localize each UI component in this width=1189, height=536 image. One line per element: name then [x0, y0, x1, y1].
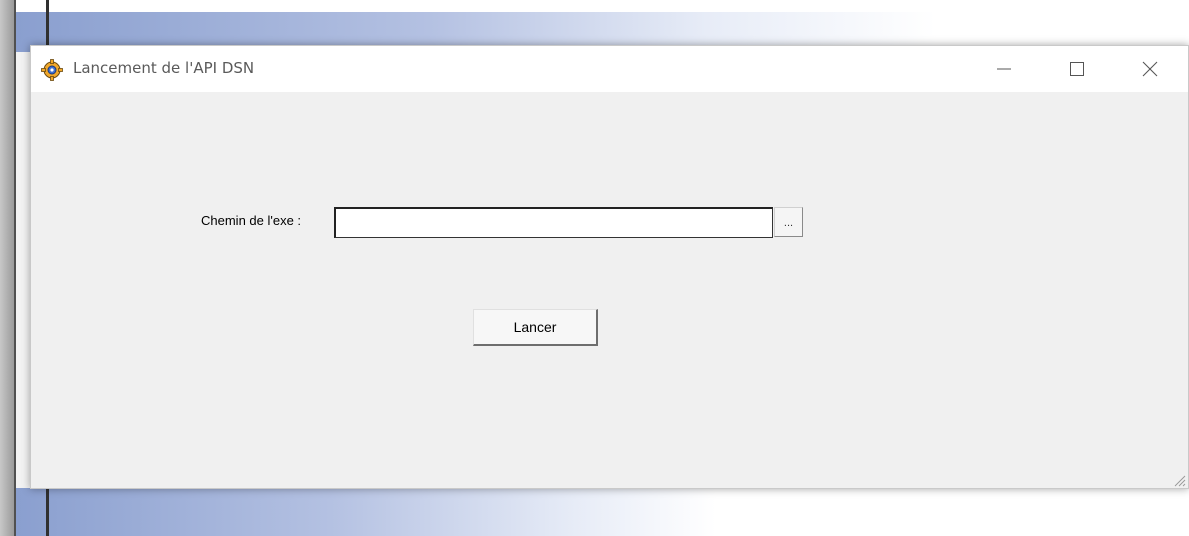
browse-button[interactable]: ... — [774, 207, 803, 237]
minimize-button[interactable] — [981, 46, 1027, 92]
resize-grip-icon[interactable] — [1172, 472, 1186, 487]
dialog-content: Chemin de l'exe : ... Lancer — [31, 92, 1188, 488]
exe-path-label: Chemin de l'exe : — [201, 213, 302, 228]
launch-dialog: Lancement de l'API DSN Chemin de l'exe :… — [30, 45, 1189, 489]
minimize-icon — [997, 68, 1011, 70]
exe-path-input[interactable] — [334, 207, 773, 238]
maximize-icon — [1070, 62, 1084, 76]
close-button[interactable] — [1127, 46, 1173, 92]
window-title: Lancement de l'API DSN — [73, 59, 255, 77]
close-icon — [1142, 61, 1158, 77]
background-window-frame — [0, 0, 14, 536]
background-window-body — [16, 52, 30, 488]
background-window-band — [16, 488, 716, 536]
app-gear-icon[interactable] — [41, 59, 63, 81]
maximize-button[interactable] — [1054, 46, 1100, 92]
launch-button[interactable]: Lancer — [473, 309, 598, 346]
title-bar[interactable]: Lancement de l'API DSN — [31, 46, 1188, 92]
